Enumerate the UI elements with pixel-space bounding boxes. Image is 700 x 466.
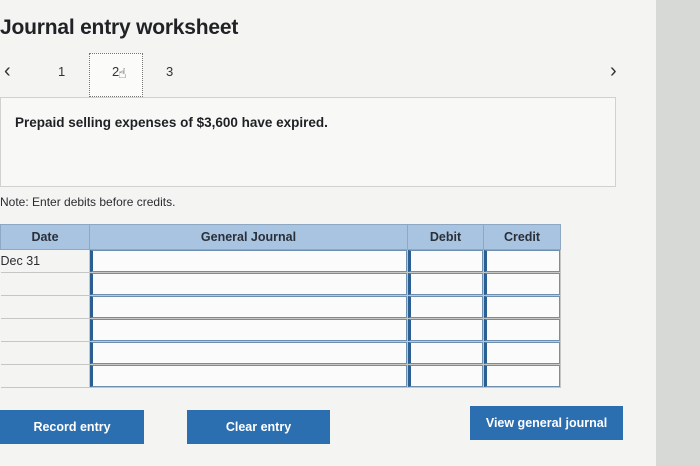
account-input[interactable] [90, 342, 407, 364]
view-general-journal-button[interactable]: View general journal [470, 406, 623, 440]
table-row [0, 295, 561, 319]
debit-input[interactable] [408, 296, 483, 318]
account-input[interactable] [90, 319, 407, 341]
column-header-credit: Credit [483, 224, 561, 250]
credit-input[interactable] [484, 250, 560, 272]
debit-input[interactable] [408, 365, 483, 387]
account-input[interactable] [90, 296, 407, 318]
credit-input[interactable] [484, 342, 560, 364]
debit-input[interactable] [408, 342, 483, 364]
column-header-general-journal: General Journal [89, 224, 408, 250]
account-input[interactable] [90, 365, 407, 387]
chevron-right-icon[interactable]: › [610, 60, 617, 82]
table-header-row: Date General Journal Debit Credit [0, 224, 561, 250]
transaction-prompt-box: Prepaid selling expenses of $3,600 have … [0, 97, 616, 187]
credit-input[interactable] [484, 273, 560, 295]
table-row: Dec 31 [0, 249, 561, 273]
clear-entry-button[interactable]: Clear entry [187, 410, 330, 444]
window-edge [656, 0, 700, 466]
debit-input[interactable] [408, 319, 483, 341]
page-tab-3[interactable]: 3 [166, 64, 173, 79]
transaction-prompt-text: Prepaid selling expenses of $3,600 have … [15, 115, 328, 130]
page-tab-1[interactable]: 1 [58, 64, 65, 79]
date-cell [0, 295, 90, 319]
instruction-note: Note: Enter debits before credits. [0, 195, 176, 209]
credit-input[interactable] [484, 319, 560, 341]
date-cell [0, 318, 90, 342]
page-title: Journal entry worksheet [0, 16, 239, 39]
debit-input[interactable] [408, 250, 483, 272]
date-cell [0, 272, 90, 296]
date-cell [0, 364, 90, 388]
table-row [0, 364, 561, 388]
column-header-date: Date [0, 224, 90, 250]
chevron-left-icon[interactable]: ‹ [4, 60, 11, 82]
table-row [0, 341, 561, 365]
hand-cursor-icon: ☝ [118, 65, 127, 81]
account-input[interactable] [90, 250, 407, 272]
worksheet-panel: Journal entry worksheet ‹ 1 2 ☝ 3 › Prep… [0, 0, 656, 466]
page-tab-2-current[interactable]: 2 ☝ [89, 53, 143, 97]
table-row [0, 318, 561, 342]
account-input[interactable] [90, 273, 407, 295]
record-entry-button[interactable]: Record entry [0, 410, 144, 444]
journal-entry-table: Date General Journal Debit Credit Dec 31 [0, 224, 561, 388]
date-cell [0, 341, 90, 365]
credit-input[interactable] [484, 296, 560, 318]
debit-input[interactable] [408, 273, 483, 295]
table-row [0, 272, 561, 296]
date-cell: Dec 31 [0, 249, 90, 273]
column-header-debit: Debit [407, 224, 484, 250]
credit-input[interactable] [484, 365, 560, 387]
